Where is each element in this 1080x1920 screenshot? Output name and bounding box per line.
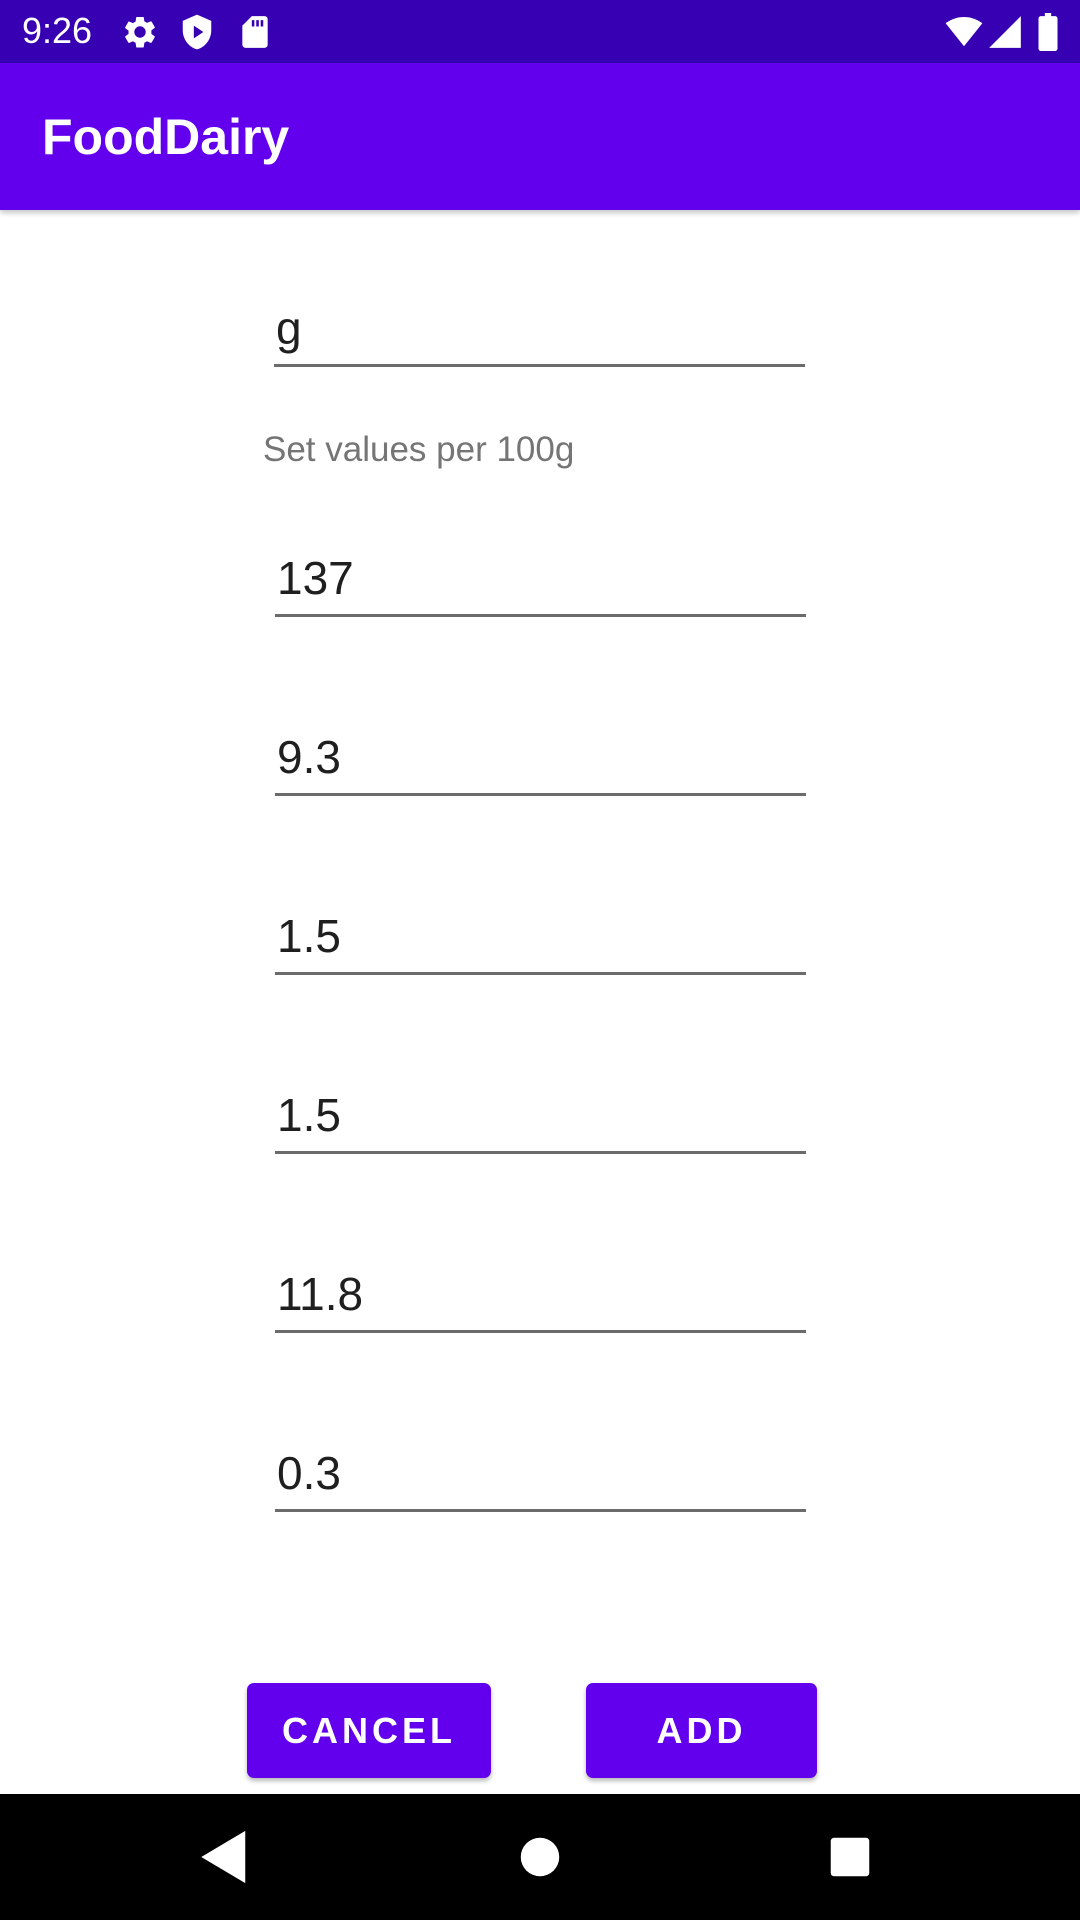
signal-icon — [986, 13, 1024, 51]
screen: 9:26 FoodDairy g Set values per 100g 137… — [0, 0, 1080, 1920]
shield-icon — [178, 13, 216, 51]
value-field-3-value: 1.5 — [277, 910, 341, 962]
recents-icon[interactable] — [817, 1824, 883, 1890]
unit-field-value: g — [276, 302, 302, 354]
app-bar: FoodDairy — [0, 63, 1080, 210]
home-icon[interactable] — [507, 1824, 573, 1890]
wifi-icon — [944, 13, 984, 51]
value-field-6[interactable]: 0.3 — [275, 1437, 806, 1512]
value-field-3[interactable]: 1.5 — [275, 900, 806, 975]
cancel-button[interactable]: CANCEL — [247, 1683, 491, 1778]
unit-field[interactable]: g — [274, 292, 805, 367]
value-field-1-value: 137 — [277, 552, 354, 604]
gear-icon — [121, 13, 159, 51]
battery-icon — [1036, 13, 1060, 51]
value-field-5-value: 11.8 — [277, 1268, 364, 1320]
value-field-2[interactable]: 9.3 — [275, 721, 806, 796]
status-time: 9:26 — [22, 10, 93, 51]
value-field-6-value: 0.3 — [277, 1447, 341, 1499]
value-field-5[interactable]: 11.8 — [275, 1258, 806, 1333]
app-title: FoodDairy — [42, 109, 290, 165]
status-bar: 9:26 — [0, 0, 1080, 63]
add-button[interactable]: ADD — [586, 1683, 817, 1778]
navigation-bar — [0, 1794, 1080, 1920]
value-field-2-value: 9.3 — [277, 731, 341, 783]
per-100g-hint: Set values per 100g — [263, 430, 575, 469]
value-field-4[interactable]: 1.5 — [275, 1079, 806, 1154]
value-field-4-value: 1.5 — [277, 1089, 341, 1141]
value-field-1[interactable]: 137 — [275, 542, 806, 617]
back-icon[interactable] — [193, 1824, 259, 1890]
sd-card-icon — [236, 13, 274, 51]
